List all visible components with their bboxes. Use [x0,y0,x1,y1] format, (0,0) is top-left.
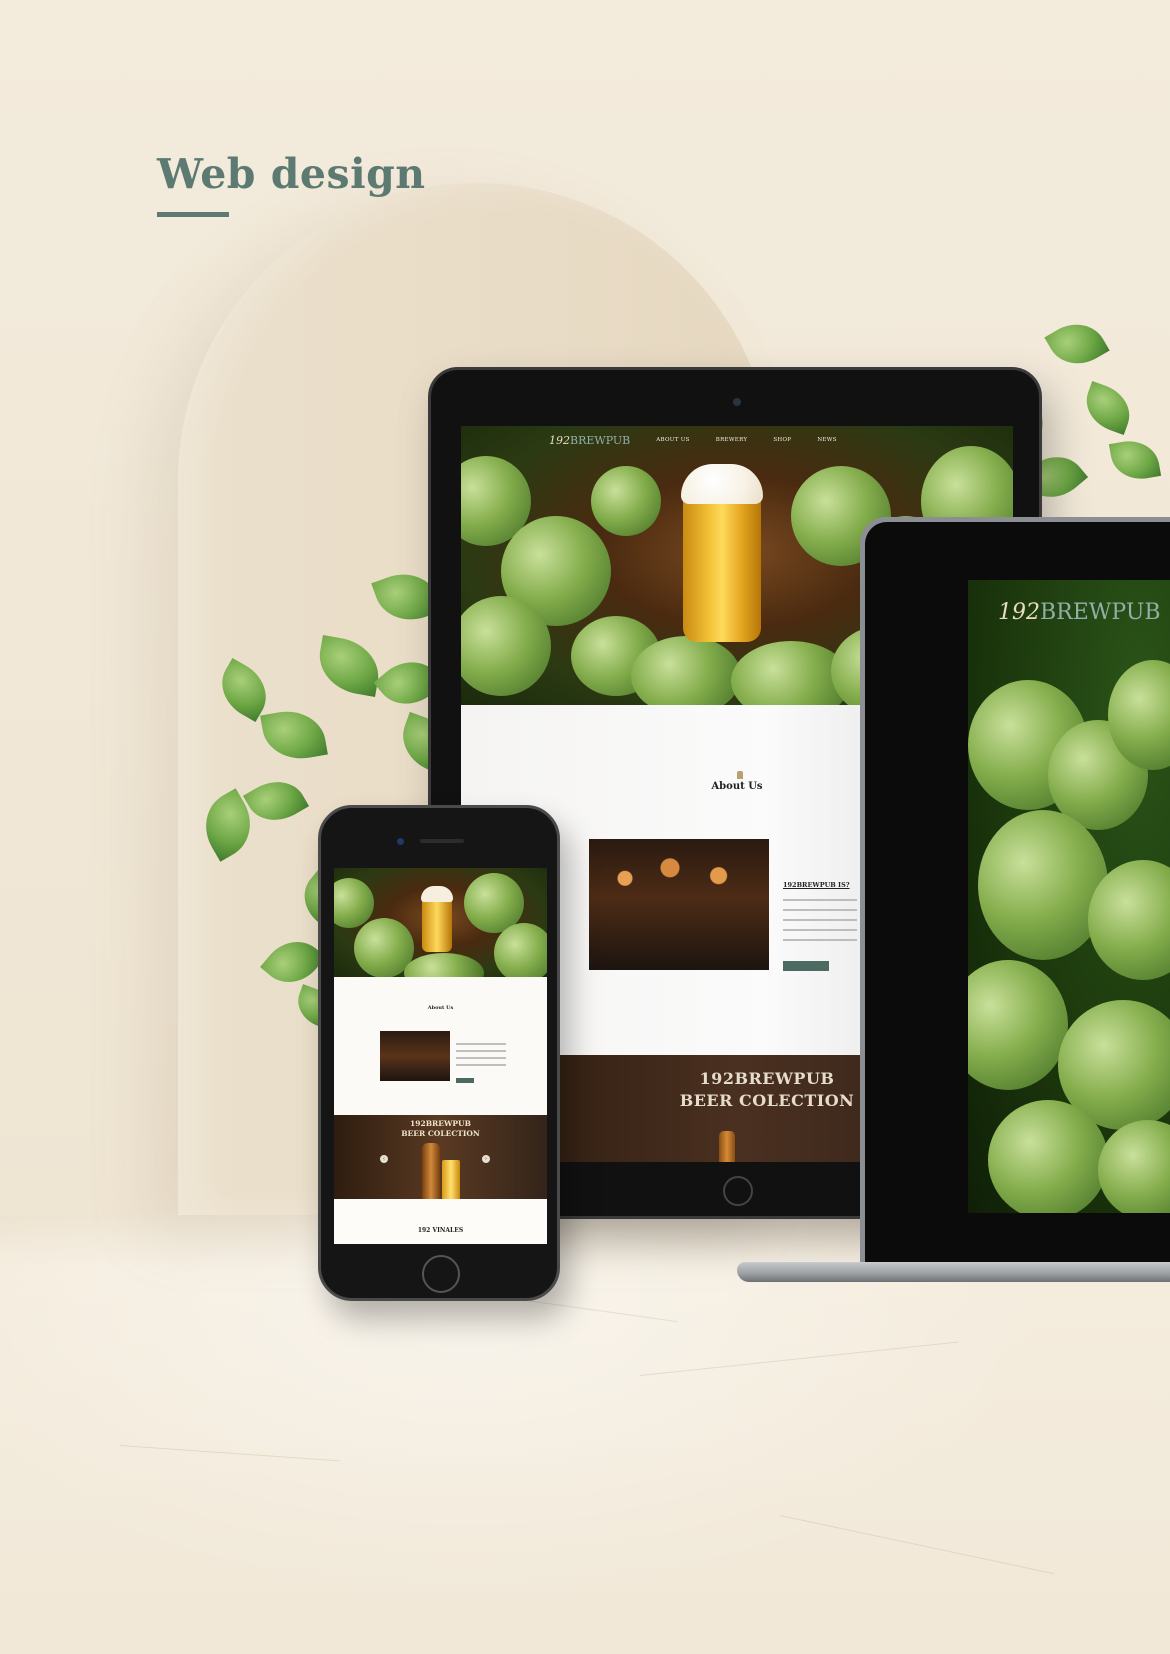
phone-camera [397,838,404,845]
chevron-left-icon[interactable]: ‹ [380,1155,388,1163]
pub-interior-image [589,839,769,970]
nav-item-shop[interactable]: SHOP [773,437,791,443]
laptop-screen: 192BREWPUB [968,580,1170,1213]
phone-home-button[interactable] [422,1255,460,1293]
laptop-site-logo[interactable]: 192BREWPUB [998,600,1161,625]
phone-beer-glass-image [421,886,453,952]
phone-text-line [456,1064,506,1066]
site-nav: 192BREWPUB ABOUT US BREWERY SHOP NEWS [461,426,1013,454]
tablet-home-button[interactable] [723,1176,753,1206]
laptop-bezel: 192BREWPUB [865,522,1170,1262]
phone-collection-banner: 192BREWPUB BEER COLECTION ‹ › [334,1115,547,1215]
about-text-line [783,899,857,901]
phone-view-more-button[interactable] [456,1078,474,1083]
phone-screen: About Us 192BREWPUB BEER COLECTION ‹ › 1… [334,868,547,1244]
heading-underline [157,212,229,217]
about-text-line [783,929,857,931]
phone-speaker [420,839,464,843]
view-more-button[interactable] [783,961,829,971]
phone-text-line [456,1057,506,1059]
tablet-camera [733,398,741,406]
phone-about-section: About Us [334,977,547,1115]
laptop-device: 192BREWPUB [860,517,1170,1262]
phone-about-title: About Us [427,1005,454,1011]
laptop-base [737,1262,1170,1282]
beer-bottle-image [719,1131,735,1162]
phone-vinales-section: 192 VINALES [334,1199,547,1244]
about-text-line [783,919,857,921]
page-heading: Web design [157,150,426,198]
phone-pub-image [380,1031,450,1081]
about-text-line [783,939,857,941]
phone-device: About Us 192BREWPUB BEER COLECTION ‹ › 1… [318,805,560,1301]
chevron-right-icon[interactable]: › [482,1155,490,1163]
nav-item-news[interactable]: NEWS [817,437,836,443]
phone-collection-line-1: 192BREWPUB [410,1119,471,1128]
phone-hero-banner [334,868,547,977]
nav-item-about-us[interactable]: ABOUT US [656,437,689,443]
phone-vinales-title: 192 VINALES [417,1227,464,1234]
about-heading: 192BREWPUB IS? [783,881,850,889]
site-logo[interactable]: 192BREWPUB [549,434,630,447]
phone-collection-line-2: BEER COLECTION [401,1129,480,1138]
phone-text-line [456,1050,506,1052]
hop-icon [737,771,743,779]
nav-item-brewery[interactable]: BREWERY [716,437,748,443]
about-text-line [783,909,857,911]
phone-text-line [456,1043,506,1045]
beer-glass-image [681,464,763,642]
